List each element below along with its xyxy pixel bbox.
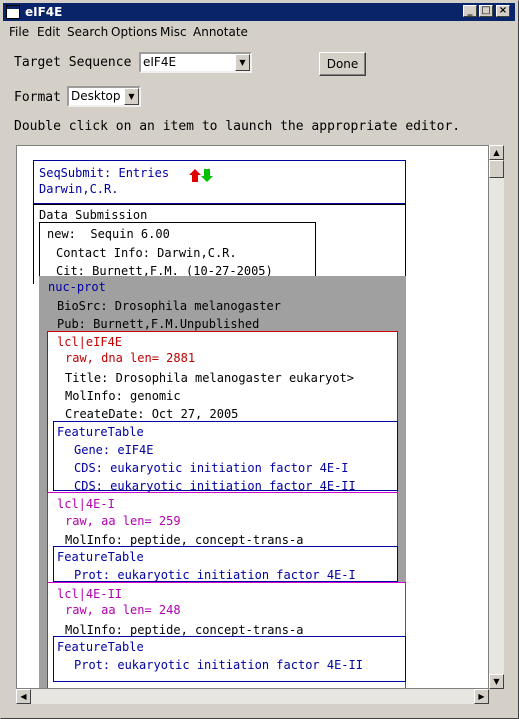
menu-options[interactable]: Options <box>111 25 157 39</box>
feature-table-2-title: FeatureTable <box>57 550 144 564</box>
protein-2-feature: Prot: eukaryotic initiation factor 4E-II <box>74 658 363 672</box>
minimize-button[interactable]: _ <box>463 5 477 17</box>
up-arrow-icon[interactable] <box>189 167 201 186</box>
dna-createdate: CreateDate: Oct 27, 2005 <box>65 407 239 421</box>
submission-title: Data Submission <box>39 208 148 222</box>
menu-misc[interactable]: Misc <box>160 25 187 39</box>
dna-raw: raw, dna len= 2881 <box>65 351 196 365</box>
feature-table-1-title: FeatureTable <box>57 425 144 439</box>
window-title: eIF4E <box>25 5 63 19</box>
vertical-scrollbar[interactable]: ▲ ▼ <box>489 145 504 689</box>
close-button[interactable]: × <box>496 5 510 17</box>
sequence-tree-panel[interactable]: SeqSubmit: Entries Darwin,C.R. Data Subm… <box>16 145 489 689</box>
publication: Pub: Burnett,F.M.Unpublished <box>57 317 260 331</box>
scroll-right-icon[interactable]: ▶ <box>474 689 489 704</box>
instruction-text: Double click on an item to launch the ap… <box>14 119 461 134</box>
dna-id: lcl|eIF4E <box>57 335 123 349</box>
window-icon <box>6 5 20 19</box>
scroll-up-icon[interactable]: ▲ <box>489 145 504 160</box>
format-value: Desktop <box>71 89 121 103</box>
entries-title: SeqSubmit: Entries <box>39 166 170 180</box>
menu-annotate[interactable]: Annotate <box>193 25 248 39</box>
protein-2-id: lcl|4E-II <box>57 587 123 601</box>
protein-1-feature: Prot: eukaryotic initiation factor 4E-I <box>74 568 356 582</box>
chevron-down-icon[interactable]: ▼ <box>235 54 250 71</box>
menu-search[interactable]: Search <box>67 25 108 39</box>
scroll-left-icon[interactable]: ◀ <box>16 689 31 704</box>
vertical-scroll-thumb[interactable] <box>489 160 504 178</box>
feature-table-3-title: FeatureTable <box>57 640 144 654</box>
dna-molinfo: MolInfo: genomic <box>65 389 181 403</box>
format-select[interactable]: Desktop ▼ <box>67 86 141 107</box>
target-sequence-value: eIF4E <box>143 55 177 69</box>
entries-author: Darwin,C.R. <box>39 182 119 196</box>
sequin-version: new: Sequin 6.00 <box>47 227 170 241</box>
horizontal-scrollbar[interactable]: ◀ ▶ <box>16 689 489 704</box>
scroll-corner <box>489 689 504 704</box>
nuc-prot-title: nuc-prot <box>48 280 106 294</box>
target-sequence-label: Target Sequence <box>14 55 132 70</box>
title-bar[interactable]: eIF4E _ □ × <box>3 3 515 21</box>
protein-1-raw: raw, aa len= 259 <box>65 514 181 528</box>
menu-file[interactable]: File <box>9 25 29 39</box>
scroll-down-icon[interactable]: ▼ <box>489 674 504 689</box>
protein-2-raw: raw, aa len= 248 <box>65 603 181 617</box>
menu-bar: File Edit Search Options Misc Annotate <box>3 23 515 41</box>
target-sequence-select[interactable]: eIF4E ▼ <box>139 52 252 73</box>
down-arrow-icon[interactable] <box>201 167 213 186</box>
protein-1-id: lcl|4E-I <box>57 497 115 511</box>
cds-feature-1: CDS: eukaryotic initiation factor 4E-I <box>74 461 349 475</box>
done-button[interactable]: Done <box>319 52 366 76</box>
dna-title: Title: Drosophila melanogaster eukaryot> <box>65 371 354 385</box>
biosrc: BioSrc: Drosophila melanogaster <box>57 299 281 313</box>
contact-info: Contact Info: Darwin,C.R. <box>56 246 237 260</box>
menu-edit[interactable]: Edit <box>37 25 60 39</box>
gene-feature: Gene: eIF4E <box>74 443 154 457</box>
format-label: Format <box>14 90 61 105</box>
chevron-down-icon[interactable]: ▼ <box>124 88 139 105</box>
maximize-button[interactable]: □ <box>479 5 493 17</box>
